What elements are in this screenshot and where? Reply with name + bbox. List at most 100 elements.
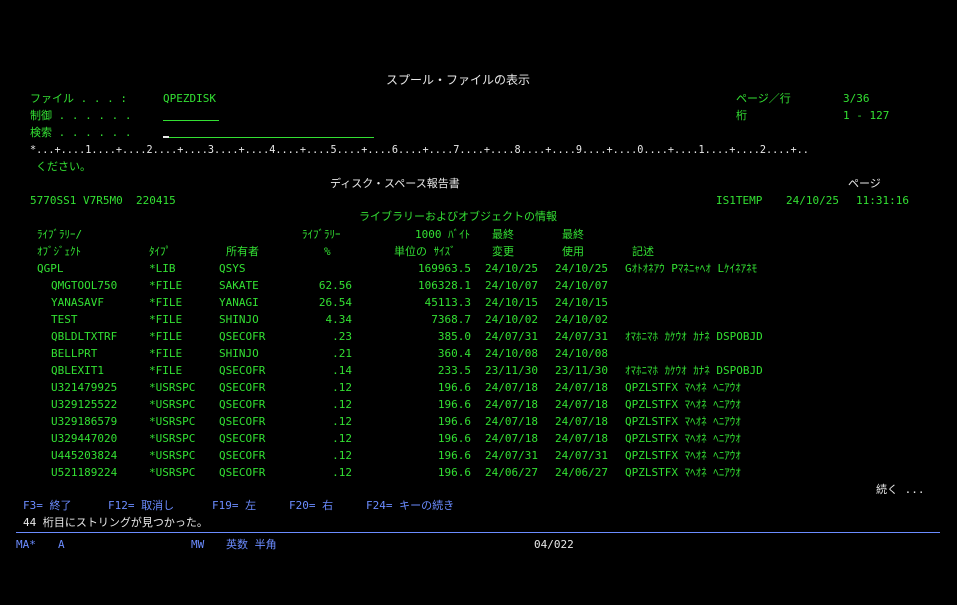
header-size-unit: 1000 ﾊﾞｲﾄ <box>415 228 471 241</box>
cell-owner: SHINJO <box>219 347 259 360</box>
cell-owner: SHINJO <box>219 313 259 326</box>
cell-type: *FILE <box>149 330 183 343</box>
cell-used: 24/06/27 <box>555 466 608 479</box>
cell-used: 24/10/07 <box>555 279 608 292</box>
header-used: 使用 <box>562 245 584 258</box>
text-cursor <box>163 136 169 138</box>
cell-desc: QPZLSTFX ﾏﾍｵﾈ ﾍﾆｱｳｵ <box>625 398 741 411</box>
cell-name: U329447020 <box>51 432 118 445</box>
cell-desc: ｵﾏﾎﾆﾏﾎ ｶｹｳｵ ｶﾅﾈ DSPOBJD <box>625 364 763 377</box>
cell-used: 24/07/31 <box>555 330 608 343</box>
cell-used: 24/10/15 <box>555 296 608 309</box>
table-row: QBLDLTXTRF *FILE QSECOFR .23 385.0 24/07… <box>0 330 957 343</box>
cell-type: *USRSPC <box>149 381 196 394</box>
cell-owner: QSECOFR <box>219 432 266 445</box>
header-size: 単位の ｻｲｽﾞ <box>394 245 456 258</box>
cell-name: TEST <box>51 313 78 326</box>
f19-left-key[interactable]: F19= 左 <box>212 499 256 512</box>
cell-size: 196.6 <box>437 381 471 394</box>
f12-cancel-key[interactable]: F12= 取消し <box>108 499 174 512</box>
table-row: TEST *FILE SHINJO 4.34 7368.7 24/10/02 2… <box>0 313 957 326</box>
table-row: BELLPRT *FILE SHINJO .21 360.4 24/10/08 … <box>0 347 957 360</box>
cell-size: 196.6 <box>437 449 471 462</box>
cell-pct: .12 <box>332 432 352 445</box>
cell-name: U321479925 <box>51 381 118 394</box>
cell-name: U521189224 <box>51 466 118 479</box>
cell-changed: 24/07/18 <box>485 432 538 445</box>
more-indicator: 続く ... <box>876 483 925 496</box>
header-changed: 変更 <box>492 245 514 258</box>
search-label: 検索 . . . . . . <box>30 126 132 139</box>
cell-changed: 24/10/15 <box>485 296 538 309</box>
column-label: 桁 <box>736 109 747 122</box>
header-type: ﾀｲﾌﾟ <box>149 245 171 258</box>
cell-changed: 24/10/02 <box>485 313 538 326</box>
cell-changed: 24/10/25 <box>485 262 538 275</box>
status-divider <box>16 532 940 533</box>
table-row: QMGTOOL750 *FILE SAKATE 62.56 106328.1 2… <box>0 279 957 292</box>
cell-pct: .14 <box>332 364 352 377</box>
cell-name: YANASAVF <box>51 296 104 309</box>
cell-owner: QSECOFR <box>219 466 266 479</box>
cell-desc: Gｵﾄｵﾈｱｳ Pﾏﾈﾆｬﾍｵ Lｹｲﾈｱﾈﾓ <box>625 262 758 275</box>
cell-changed: 24/10/08 <box>485 347 538 360</box>
cell-name: U329125522 <box>51 398 118 411</box>
file-label: ファイル . . . : <box>30 92 127 105</box>
table-row: QBLEXIT1 *FILE QSECOFR .14 233.5 23/11/3… <box>0 364 957 377</box>
file-value: QPEZDISK <box>163 92 216 105</box>
cell-size: 7368.7 <box>431 313 471 326</box>
control-input[interactable] <box>163 108 219 121</box>
cell-owner: SAKATE <box>219 279 259 292</box>
cell-type: *FILE <box>149 313 183 326</box>
cell-name: QMGTOOL750 <box>51 279 118 292</box>
cell-size: 196.6 <box>437 466 471 479</box>
cell-changed: 24/06/27 <box>485 466 538 479</box>
ruler: *...+....1....+....2....+....3....+....4… <box>30 145 809 156</box>
cell-name: QGPL <box>37 262 64 275</box>
cell-owner: YANAGI <box>219 296 259 309</box>
header-object: ｵﾌﾞｼﾞｪｸﾄ <box>37 245 81 258</box>
cell-size: 385.0 <box>437 330 471 343</box>
status-input-mode: 英数 半角 <box>226 538 277 551</box>
cell-pct: .12 <box>332 449 352 462</box>
cell-desc: QPZLSTFX ﾏﾍｵﾈ ﾍﾆｱｳｵ <box>625 449 741 462</box>
cell-used: 24/10/02 <box>555 313 608 326</box>
cell-owner: QSYS <box>219 262 246 275</box>
cursor-position: 04/022 <box>534 538 574 551</box>
cell-owner: QSECOFR <box>219 381 266 394</box>
status-message: 44 桁目にストリングが見つかった。 <box>23 516 208 529</box>
cell-desc: QPZLSTFX ﾏﾍｵﾈ ﾍﾆｱｳｵ <box>625 432 741 445</box>
report-date: 24/10/25 <box>786 194 839 207</box>
cell-owner: QSECOFR <box>219 330 266 343</box>
table-row: QGPL *LIB QSYS 169963.5 24/10/25 24/10/2… <box>0 262 957 275</box>
header-last-used: 最終 <box>562 228 584 241</box>
status-field: A <box>58 538 65 551</box>
header-library-pct: ﾗｲﾌﾞﾗﾘｰ <box>302 228 341 241</box>
cell-type: *USRSPC <box>149 466 196 479</box>
cell-type: *USRSPC <box>149 432 196 445</box>
table-row: U329447020 *USRSPC QSECOFR .12 196.6 24/… <box>0 432 957 445</box>
f3-exit-key[interactable]: F3= 終了 <box>23 499 72 512</box>
cell-type: *LIB <box>149 262 176 275</box>
table-row: U329186579 *USRSPC QSECOFR .12 196.6 24/… <box>0 415 957 428</box>
cell-desc: QPZLSTFX ﾏﾍｵﾈ ﾍﾆｱｳｵ <box>625 381 741 394</box>
table-row: U445203824 *USRSPC QSECOFR .12 196.6 24/… <box>0 449 957 462</box>
cell-size: 233.5 <box>437 364 471 377</box>
f20-right-key[interactable]: F20= 右 <box>289 499 333 512</box>
cell-size: 196.6 <box>437 432 471 445</box>
cell-pct: 26.54 <box>318 296 352 309</box>
table-row: U521189224 *USRSPC QSECOFR .12 196.6 24/… <box>0 466 957 479</box>
header-description: 記述 <box>632 245 654 258</box>
continuation-text: ください。 <box>36 160 91 173</box>
search-input[interactable] <box>163 125 374 138</box>
cell-size: 45113.3 <box>424 296 471 309</box>
cell-pct: 4.34 <box>325 313 353 326</box>
cell-name: BELLPRT <box>51 347 98 360</box>
f24-more-keys[interactable]: F24= キーの続き <box>366 499 454 512</box>
cell-name: U445203824 <box>51 449 118 462</box>
cell-type: *USRSPC <box>149 415 196 428</box>
cell-owner: QSECOFR <box>219 364 266 377</box>
column-value: 1 - 127 <box>843 109 890 122</box>
cell-size: 169963.5 <box>418 262 471 275</box>
report-title: ディスク・スペース報告書 <box>330 177 460 190</box>
